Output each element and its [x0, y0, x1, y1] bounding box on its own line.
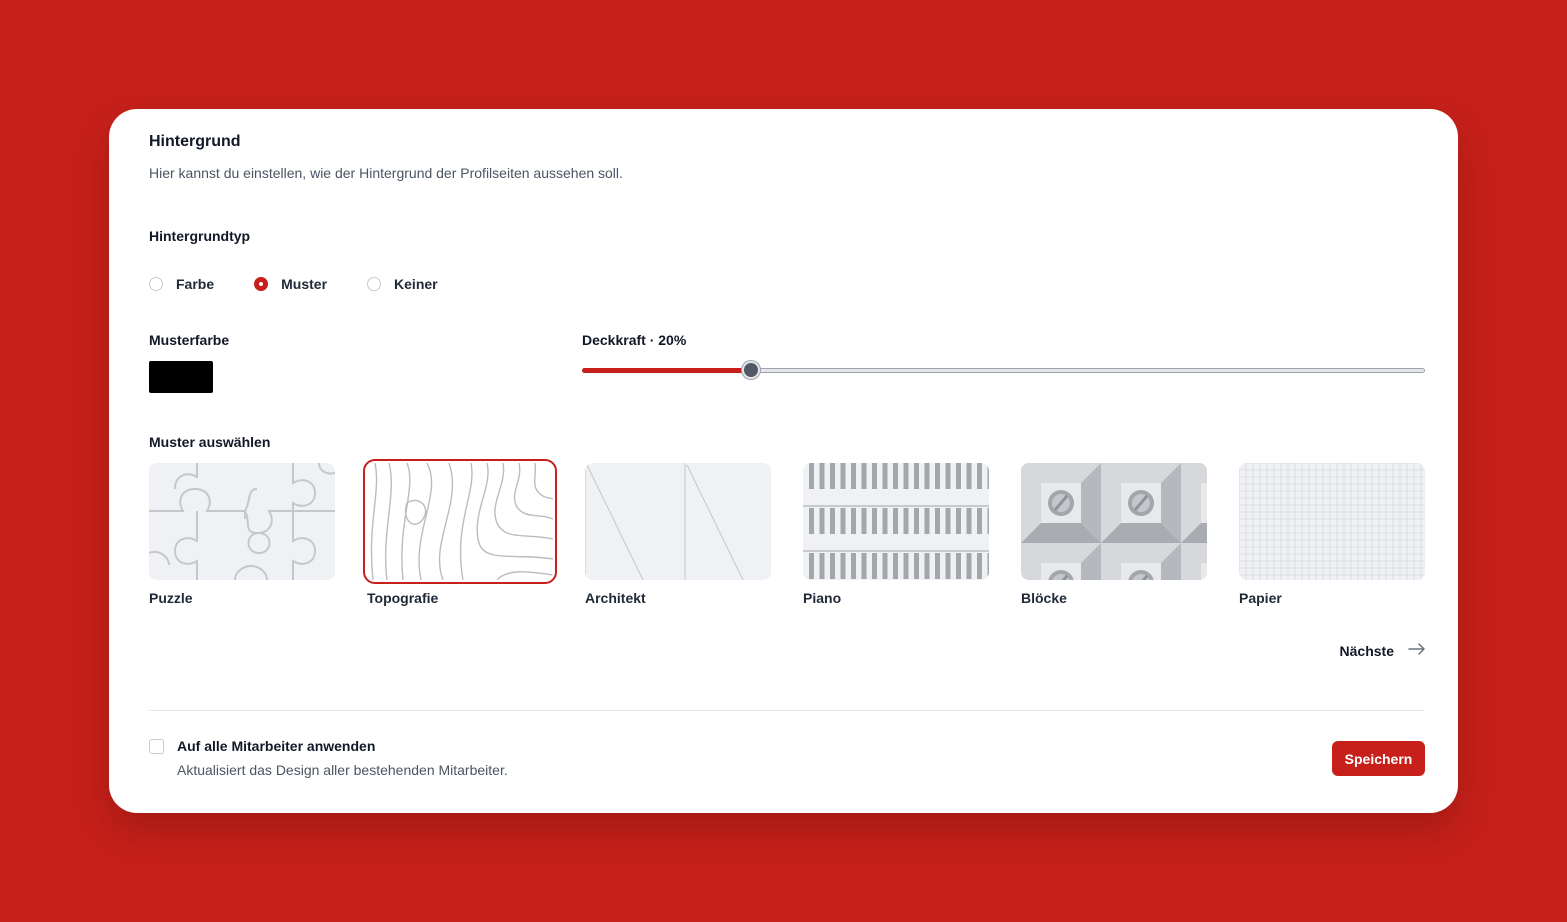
- pattern-name-papier: Papier: [1239, 590, 1282, 606]
- next-label: Nächste: [1339, 643, 1394, 659]
- pattern-name-bloecke: Blöcke: [1021, 590, 1067, 606]
- pattern-color-label: Musterfarbe: [149, 332, 230, 348]
- arrow-right-icon: [1408, 642, 1426, 660]
- opacity-label: Deckkraft · 20%: [582, 332, 687, 348]
- radio-option-muster[interactable]: Muster: [254, 276, 327, 292]
- pattern-name-puzzle: Puzzle: [149, 590, 193, 606]
- save-button[interactable]: Speichern: [1332, 741, 1425, 776]
- pattern-select-label: Muster auswählen: [149, 434, 271, 450]
- pattern-card-piano[interactable]: Piano: [803, 463, 989, 606]
- opacity-slider-fill: [582, 368, 751, 373]
- pattern-card-papier[interactable]: Papier: [1239, 463, 1425, 606]
- pattern-card-bloecke[interactable]: Blöcke: [1021, 463, 1207, 606]
- pattern-card-topografie[interactable]: Topografie: [363, 459, 557, 606]
- apply-all-label: Auf alle Mitarbeiter anwenden: [177, 738, 376, 754]
- pattern-name-piano: Piano: [803, 590, 842, 606]
- blocks-pattern-icon: [1021, 463, 1207, 580]
- radio-farbe[interactable]: [149, 277, 163, 291]
- architect-pattern-icon: [585, 463, 771, 580]
- puzzle-pattern-icon: [149, 463, 335, 580]
- pattern-card-puzzle[interactable]: Puzzle: [149, 463, 335, 606]
- apply-all-description: Aktualisiert das Design aller bestehende…: [177, 762, 508, 778]
- background-type-radio-group: Farbe Muster Keiner: [149, 276, 438, 292]
- piano-pattern-icon: [803, 463, 989, 580]
- radio-label-muster: Muster: [281, 276, 328, 292]
- pattern-name-topografie: Topografie: [367, 590, 439, 606]
- card-title: Hintergrund: [149, 133, 241, 150]
- radio-keiner[interactable]: [367, 277, 382, 291]
- radio-option-farbe[interactable]: Farbe: [149, 276, 214, 292]
- pattern-name-architekt: Architekt: [585, 590, 646, 606]
- apply-all-checkbox[interactable]: [149, 739, 164, 754]
- pattern-card-architekt[interactable]: Architekt: [585, 463, 771, 606]
- background-settings-card: Hintergrund Hier kannst du einstellen, w…: [109, 109, 1458, 813]
- radio-label-keiner: Keiner: [394, 276, 438, 292]
- card-description: Hier kannst du einstellen, wie der Hinte…: [149, 165, 623, 181]
- radio-muster[interactable]: [254, 277, 269, 291]
- radio-label-farbe: Farbe: [176, 276, 215, 292]
- next-patterns-link[interactable]: Nächste: [1340, 642, 1426, 660]
- opacity-slider-thumb[interactable]: [741, 361, 760, 379]
- background-type-label: Hintergrundtyp: [149, 228, 251, 244]
- paper-pattern-icon: [1239, 463, 1425, 580]
- radio-option-keiner[interactable]: Keiner: [367, 276, 438, 292]
- pattern-color-swatch[interactable]: [149, 361, 213, 393]
- topography-pattern-icon: [363, 459, 557, 584]
- section-divider: [149, 710, 1425, 711]
